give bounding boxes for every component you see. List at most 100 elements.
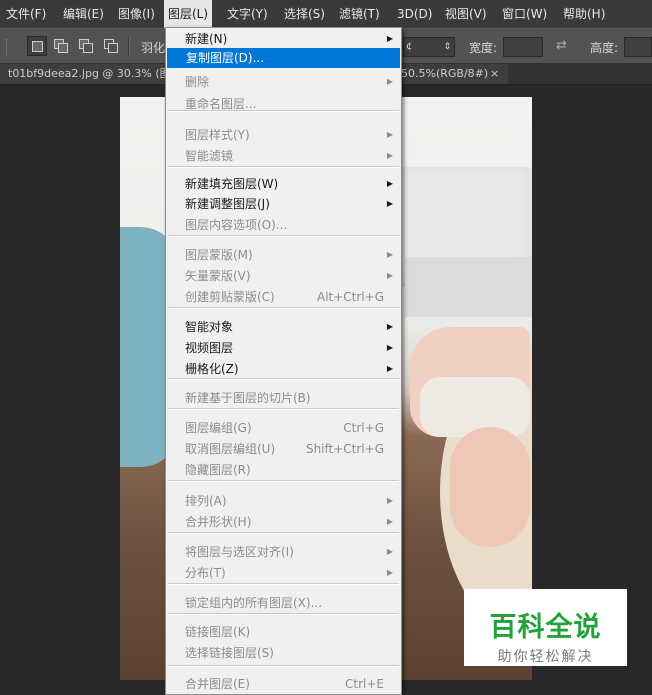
menu-separator bbox=[168, 532, 399, 534]
menu-window[interactable]: 窗口(W) bbox=[498, 0, 551, 28]
menu-select[interactable]: 选择(S) bbox=[280, 0, 329, 28]
layer-menu-item[interactable]: 排列(A) ▶ bbox=[166, 491, 401, 511]
tab-title-suffix: 50.5%(RGB/8#) bbox=[401, 67, 489, 80]
layer-menu-item[interactable]: 合并图层(E) Ctrl+E bbox=[166, 674, 401, 694]
layer-menu-item[interactable]: 复制图层(D)... bbox=[167, 48, 400, 68]
menu-separator bbox=[168, 665, 399, 667]
swap-dimensions-icon[interactable]: ⇄ bbox=[556, 38, 567, 53]
layer-menu-item[interactable]: 视频图层 ▶ bbox=[166, 338, 401, 358]
layer-menu-item[interactable]: 新建基于图层的切片(B) bbox=[166, 388, 401, 408]
menu-item-label: 矢量蒙版(V) bbox=[185, 269, 251, 283]
menu-separator bbox=[168, 613, 399, 615]
menu-separator bbox=[168, 378, 399, 380]
layer-menu-item[interactable]: 新建填充图层(W) ▶ bbox=[166, 174, 401, 194]
menu-item-label: 选择链接图层(S) bbox=[185, 646, 274, 660]
select-arrows-icon: ⇕ bbox=[443, 42, 451, 52]
watermark-logo: 百科全说 助你轻松解决 bbox=[464, 589, 627, 666]
layer-menu-item[interactable]: 取消图层编组(U) Shift+Ctrl+G bbox=[166, 439, 401, 459]
subtract-from-selection-icon[interactable] bbox=[76, 36, 96, 56]
submenu-arrow-icon: ▶ bbox=[386, 151, 393, 160]
menu-separator bbox=[168, 307, 399, 309]
layer-menu-item[interactable]: 选择链接图层(S) bbox=[166, 643, 401, 663]
menu-item-label: 将图层与选区对齐(I) bbox=[185, 545, 294, 559]
menu-edit[interactable]: 编辑(E) bbox=[59, 0, 108, 28]
submenu-arrow-icon: ▶ bbox=[386, 250, 393, 259]
menu-item-label: 排列(A) bbox=[185, 494, 227, 508]
menu-item-label: 取消图层编组(U) bbox=[185, 442, 276, 456]
menu-item-label: 锁定组内的所有图层(X)... bbox=[185, 596, 323, 610]
menu-item-label: 链接图层(K) bbox=[185, 625, 251, 639]
layer-menu-item[interactable]: 图层蒙版(M) ▶ bbox=[166, 245, 401, 265]
menu-item-shortcut: Shift+Ctrl+G bbox=[305, 442, 384, 456]
menu-layer[interactable]: 图层(L) bbox=[164, 0, 212, 28]
menu-item-label: 复制图层(D)... bbox=[186, 51, 265, 65]
layer-menu-item[interactable]: 链接图层(K) bbox=[166, 622, 401, 642]
layer-menu-item[interactable]: 图层样式(Y) ▶ bbox=[166, 125, 401, 145]
menu-help[interactable]: 帮助(H) bbox=[559, 0, 609, 28]
style-value: ¢ bbox=[406, 41, 413, 52]
submenu-arrow-icon: ▶ bbox=[386, 77, 393, 86]
layer-menu-item[interactable]: 新建(N) ▶ bbox=[166, 29, 401, 49]
menu-item-label: 图层编组(G) bbox=[185, 421, 252, 435]
layer-menu-item[interactable]: 分布(T) ▶ bbox=[166, 563, 401, 583]
submenu-arrow-icon: ▶ bbox=[386, 130, 393, 139]
menu-separator bbox=[168, 110, 399, 112]
photo-leg bbox=[450, 427, 530, 547]
add-to-selection-icon[interactable] bbox=[51, 36, 71, 56]
layer-menu-item[interactable]: 删除 ▶ bbox=[166, 72, 401, 92]
submenu-arrow-icon: ▶ bbox=[386, 199, 393, 208]
menu-item-label: 删除 bbox=[185, 75, 210, 89]
menu-item-label: 隐藏图层(R) bbox=[185, 463, 251, 477]
layer-menu-dropdown: 新建(N) ▶ 复制图层(D)... 删除 ▶ 重命名图层... 图层样式(Y) ▶ 智能滤镜 ▶… bbox=[165, 27, 402, 695]
layer-menu-item[interactable]: 智能对象 ▶ bbox=[166, 317, 401, 337]
menu-file[interactable]: 文件(F) bbox=[2, 0, 50, 28]
menu-item-label: 视频图层 bbox=[185, 341, 234, 355]
menu-item-label: 合并形状(H) bbox=[185, 515, 252, 529]
menu-separator bbox=[168, 583, 399, 585]
photo-shorts bbox=[420, 377, 530, 437]
submenu-arrow-icon: ▶ bbox=[386, 547, 393, 556]
menu-3d[interactable]: 3D(D) bbox=[393, 0, 436, 28]
menu-item-label: 新建(N) bbox=[185, 32, 228, 46]
menu-filter[interactable]: 滤镜(T) bbox=[335, 0, 384, 28]
menu-item-label: 合并图层(E) bbox=[185, 677, 250, 691]
menu-image[interactable]: 图像(I) bbox=[114, 0, 159, 28]
menu-item-label: 智能滤镜 bbox=[185, 149, 234, 163]
layer-menu-item[interactable]: 图层内容选项(O)... bbox=[166, 215, 401, 235]
menu-separator bbox=[168, 235, 399, 237]
menu-item-label: 创建剪贴蒙版(C) bbox=[185, 290, 275, 304]
style-select[interactable]: ¢ ⇕ bbox=[403, 37, 455, 57]
menu-item-shortcut: Alt+Ctrl+G bbox=[316, 290, 384, 304]
submenu-arrow-icon: ▶ bbox=[386, 568, 393, 577]
watermark-brand: 百科全说 bbox=[489, 612, 602, 643]
layer-menu-item[interactable]: 合并形状(H) ▶ bbox=[166, 512, 401, 532]
height-label: 高度: bbox=[590, 41, 619, 55]
submenu-arrow-icon: ▶ bbox=[386, 34, 393, 43]
new-selection-icon[interactable] bbox=[27, 36, 47, 56]
layer-menu-item[interactable]: 图层编组(G) Ctrl+G bbox=[166, 418, 401, 438]
layer-menu-item[interactable]: 新建调整图层(J) ▶ bbox=[166, 194, 401, 214]
menu-type[interactable]: 文字(Y) bbox=[223, 0, 272, 28]
submenu-arrow-icon: ▶ bbox=[386, 496, 393, 505]
height-field[interactable] bbox=[624, 37, 652, 57]
layer-menu-item[interactable]: 栅格化(Z) ▶ bbox=[166, 359, 401, 379]
menu-bar: 文件(F) 编辑(E) 图像(I) 图层(L) 文字(Y) 选择(S) 滤镜(T… bbox=[0, 0, 652, 28]
submenu-arrow-icon: ▶ bbox=[386, 179, 393, 188]
layer-menu-item[interactable]: 智能滤镜 ▶ bbox=[166, 146, 401, 166]
intersect-selection-icon[interactable] bbox=[101, 36, 121, 56]
layer-menu-item[interactable]: 矢量蒙版(V) ▶ bbox=[166, 266, 401, 286]
menu-view[interactable]: 视图(V) bbox=[441, 0, 491, 28]
menu-item-label: 图层内容选项(O)... bbox=[185, 218, 288, 232]
layer-menu-item[interactable]: 锁定组内的所有图层(X)... bbox=[166, 593, 401, 613]
menu-separator bbox=[168, 408, 399, 410]
layer-menu-item[interactable]: 将图层与选区对齐(I) ▶ bbox=[166, 542, 401, 562]
menu-item-label: 新建基于图层的切片(B) bbox=[185, 391, 311, 405]
layer-menu-item[interactable]: 创建剪贴蒙版(C) Alt+Ctrl+G bbox=[166, 287, 401, 307]
menu-item-label: 图层蒙版(M) bbox=[185, 248, 253, 262]
menu-item-label: 分布(T) bbox=[185, 566, 226, 580]
width-field[interactable] bbox=[503, 37, 543, 57]
close-icon[interactable]: × bbox=[490, 64, 499, 84]
layer-menu-item[interactable]: 隐藏图层(R) bbox=[166, 460, 401, 480]
submenu-arrow-icon: ▶ bbox=[386, 271, 393, 280]
grip-handle[interactable] bbox=[6, 39, 11, 55]
